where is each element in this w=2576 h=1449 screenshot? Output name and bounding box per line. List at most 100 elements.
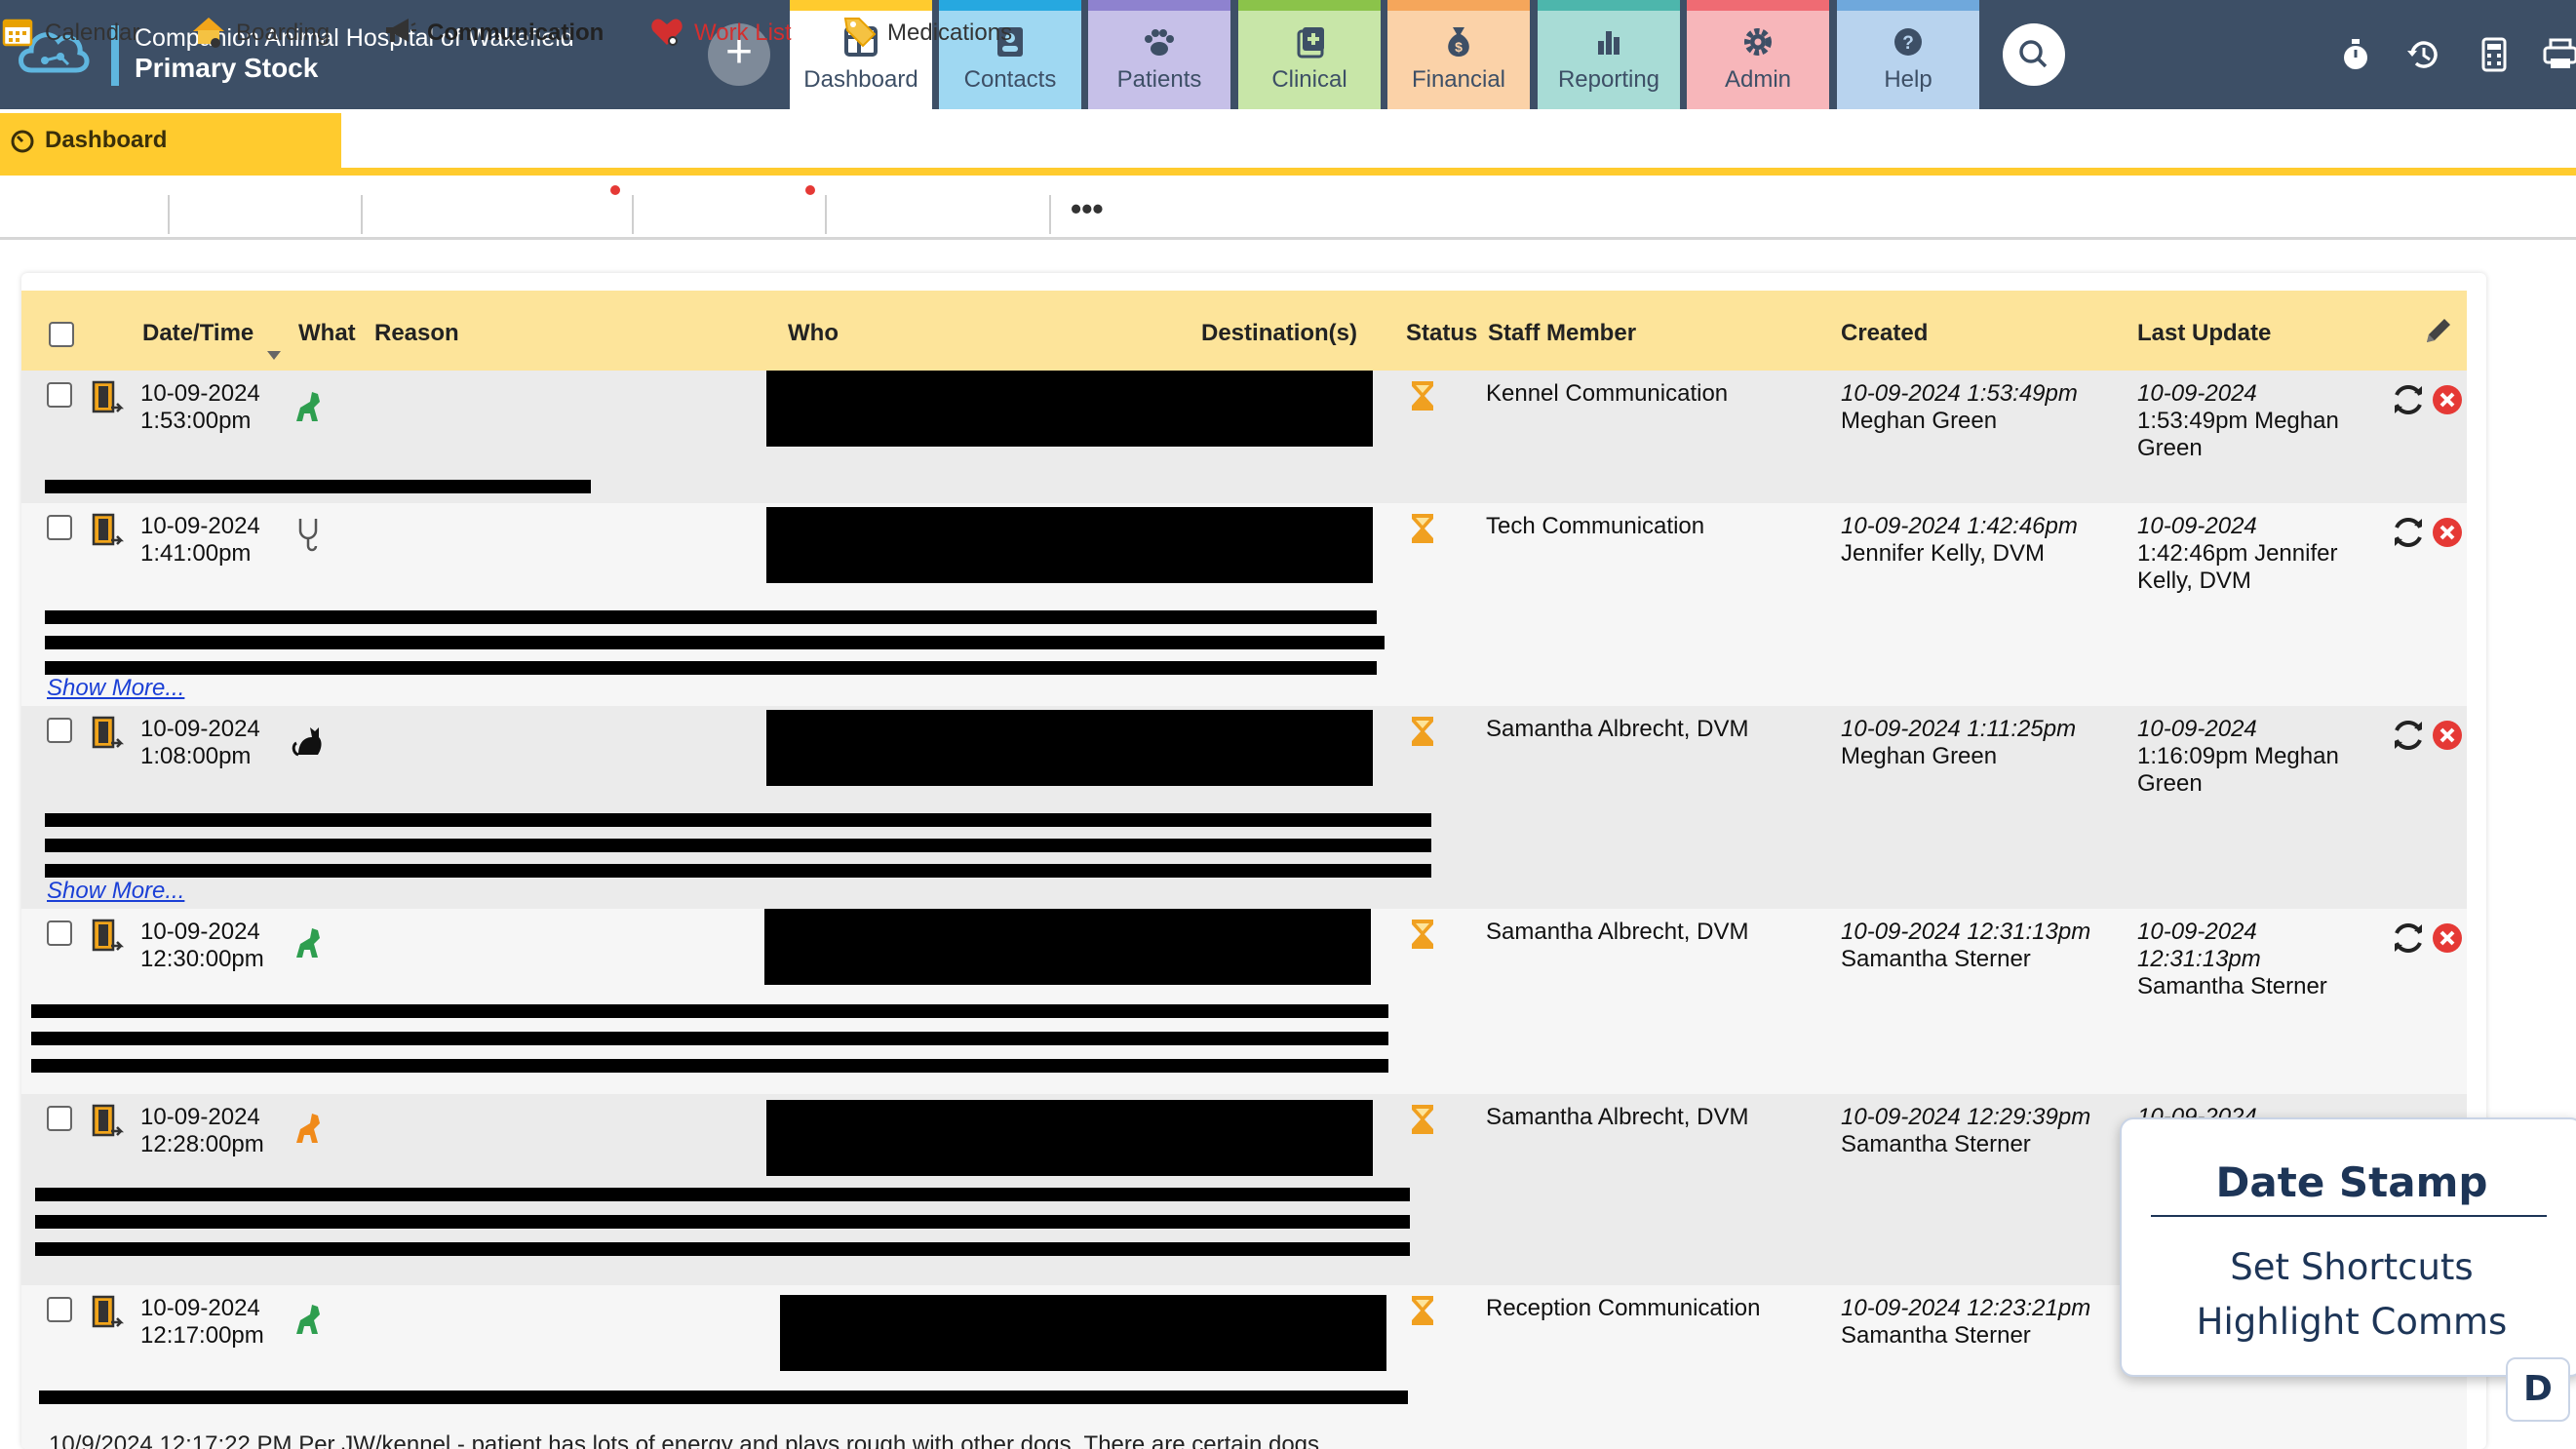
tab-clinical[interactable]: Clinical xyxy=(1238,0,1381,109)
row-date: 10-09-2024 xyxy=(140,380,260,407)
gauge-icon xyxy=(11,130,34,153)
row-checkbox[interactable] xyxy=(47,718,72,743)
subtab-label: Work List xyxy=(694,20,792,46)
show-more-link[interactable]: Show More... xyxy=(47,675,184,702)
row-updated-2: 1:53:49pm Meghan xyxy=(2137,408,2339,434)
dashboard-subtabs xyxy=(0,176,2576,240)
tab-color-strip xyxy=(1538,0,1680,11)
table-row[interactable]: 10-09-2024 1:08:00pm Samantha Albrecht, … xyxy=(21,706,2467,909)
dog-icon-orange xyxy=(296,1114,320,1143)
row-checkbox[interactable] xyxy=(47,515,72,540)
tab-label: Financial xyxy=(1411,66,1506,93)
megaphone-icon xyxy=(386,19,416,42)
col-destinations[interactable]: Destination(s) xyxy=(1201,320,1357,347)
printer-icon[interactable] xyxy=(2541,35,2576,74)
row-date: 10-09-2024 xyxy=(140,919,260,945)
boarding-house-icon xyxy=(193,18,224,48)
col-what[interactable]: What xyxy=(298,320,356,347)
col-created[interactable]: Created xyxy=(1841,320,1928,347)
hourglass-icon xyxy=(1412,717,1433,746)
calculator-icon[interactable] xyxy=(2475,35,2514,74)
row-time: 12:17:00pm xyxy=(140,1322,264,1349)
col-who[interactable]: Who xyxy=(788,320,839,347)
medical-plus-icon xyxy=(1297,27,1324,59)
redacted-who xyxy=(780,1295,1386,1371)
col-status[interactable]: Status xyxy=(1406,320,1477,347)
redacted-note xyxy=(35,1188,1410,1201)
notification-dot xyxy=(805,185,815,195)
refresh-icon[interactable] xyxy=(2389,513,2428,552)
tab-label: Patients xyxy=(1116,66,1202,93)
table-row[interactable]: 10-09-2024 12:28:00pm Samantha Albrecht,… xyxy=(21,1094,2467,1285)
row-updated: 10-09-2024 xyxy=(2137,716,2257,742)
redacted-note xyxy=(45,661,1377,675)
tab-financial[interactable]: $ Financial xyxy=(1387,0,1530,109)
delete-icon[interactable] xyxy=(2428,716,2467,755)
redacted-note xyxy=(35,1242,1410,1256)
subtab-label: Calendar xyxy=(45,20,140,46)
col-last-update[interactable]: Last Update xyxy=(2137,320,2271,347)
redacted-note xyxy=(45,610,1377,624)
more-tabs-button[interactable]: ••• xyxy=(1071,191,1104,227)
select-all-checkbox[interactable] xyxy=(49,322,74,347)
redacted-note xyxy=(45,636,1385,649)
stopwatch-icon[interactable] xyxy=(2336,35,2375,74)
row-created: 10-09-2024 12:31:13pm xyxy=(1841,919,2091,945)
row-checkbox[interactable] xyxy=(47,1106,72,1131)
money-bag-icon: $ xyxy=(1448,27,1469,57)
tab-patients[interactable]: Patients xyxy=(1088,0,1230,109)
tab-reporting[interactable]: Reporting xyxy=(1538,0,1680,109)
table-row[interactable]: 10-09-2024 12:17:00pm Reception Communic… xyxy=(21,1285,2467,1449)
delete-icon[interactable] xyxy=(2428,380,2467,419)
row-created-by: Samantha Sterner xyxy=(1841,1322,2031,1349)
col-staff[interactable]: Staff Member xyxy=(1488,320,1636,347)
dashboard-section-tab[interactable]: Dashboard xyxy=(0,113,341,168)
row-time: 1:41:00pm xyxy=(140,540,252,567)
col-reason[interactable]: Reason xyxy=(374,320,459,347)
col-datetime[interactable]: Date/Time xyxy=(142,320,254,347)
hourglass-icon xyxy=(1412,381,1433,411)
search-icon xyxy=(2019,40,2048,68)
dog-icon-green xyxy=(296,392,320,421)
redacted-who xyxy=(766,1100,1373,1176)
redacted-who xyxy=(766,371,1373,447)
redacted-note xyxy=(45,480,591,493)
edit-pencil-icon[interactable] xyxy=(2422,314,2455,347)
search-button[interactable] xyxy=(2003,23,2065,86)
delete-icon[interactable] xyxy=(2428,513,2467,552)
refresh-icon[interactable] xyxy=(2389,919,2428,958)
quick-menu-button[interactable]: D xyxy=(2506,1357,2570,1422)
refresh-icon[interactable] xyxy=(2389,716,2428,755)
redacted-note xyxy=(31,1004,1388,1018)
stethoscope-icon xyxy=(298,519,318,552)
table-row[interactable]: 10-09-2024 12:30:00pm Samantha Albrecht,… xyxy=(21,909,2467,1094)
redacted-note xyxy=(35,1215,1410,1229)
set-shortcuts-item[interactable]: Set Shortcuts xyxy=(2122,1246,2576,1288)
row-date: 10-09-2024 xyxy=(140,1104,260,1130)
door-icon xyxy=(92,1295,125,1328)
tab-admin[interactable]: Admin xyxy=(1687,0,1829,109)
table-row[interactable]: 10-09-2024 1:41:00pm Tech Communication … xyxy=(21,503,2467,706)
table-header: Date/Time What Reason Who Destination(s)… xyxy=(21,291,2467,371)
row-staff: Kennel Communication xyxy=(1486,380,1729,407)
table-row[interactable]: 10-09-2024 1:53:00pm Kennel Communicatio… xyxy=(21,371,2467,503)
tab-color-strip xyxy=(1238,0,1381,11)
delete-icon[interactable] xyxy=(2428,919,2467,958)
popup-divider xyxy=(2151,1215,2547,1217)
partial-note-text: 10/9/2024 12:17:22 PM Per JW/kennel - pa… xyxy=(49,1431,1320,1449)
popup-title[interactable]: Date Stamp xyxy=(2122,1158,2576,1206)
row-checkbox[interactable] xyxy=(47,382,72,408)
tab-contacts[interactable]: Contacts xyxy=(939,0,1081,109)
show-more-link[interactable]: Show More... xyxy=(47,878,184,905)
tab-help[interactable]: ? Help xyxy=(1837,0,1979,109)
subtab-separator xyxy=(632,195,634,234)
history-icon[interactable] xyxy=(2404,35,2443,74)
highlight-comms-item[interactable]: Highlight Comms xyxy=(2122,1301,2576,1343)
refresh-icon[interactable] xyxy=(2389,380,2428,419)
row-checkbox[interactable] xyxy=(47,920,72,946)
sort-desc-icon[interactable] xyxy=(267,351,281,361)
tab-color-strip xyxy=(1387,0,1530,11)
row-checkbox[interactable] xyxy=(47,1297,72,1322)
module-name[interactable]: Primary Stock xyxy=(135,53,318,84)
row-created-by: Samantha Sterner xyxy=(1841,946,2031,972)
